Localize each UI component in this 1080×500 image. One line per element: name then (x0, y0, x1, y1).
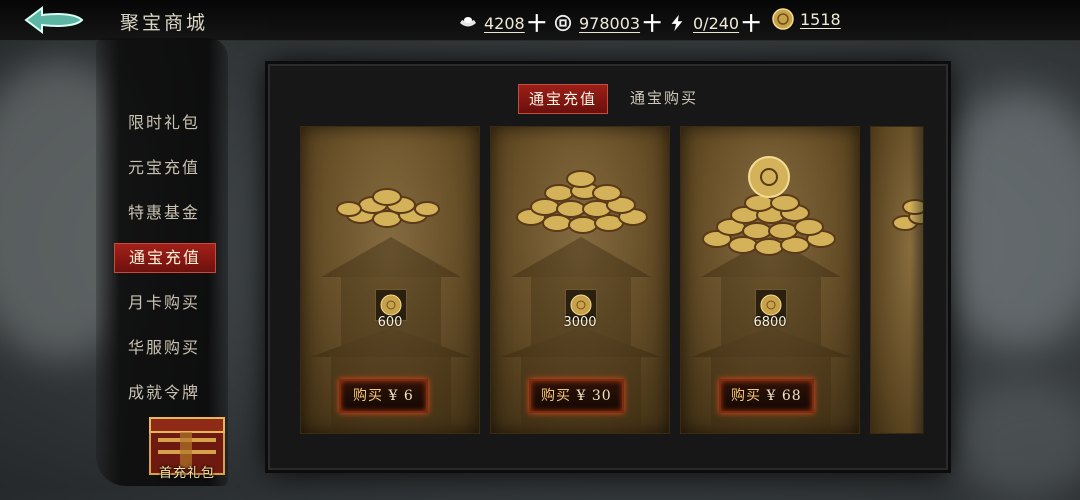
silver-value: 4208 (484, 13, 525, 33)
buy-label: 购买 (353, 388, 383, 404)
energy-resource: 0/240 十 (667, 10, 760, 36)
tab-tongbao-topup[interactable]: 通宝充值 (518, 84, 609, 114)
top-bar: 聚宝商城 4208 十 978003 十 0/240 十 1518 (0, 0, 1080, 41)
back-arrow-icon (24, 6, 84, 34)
coin-amount: 6800 (753, 315, 787, 330)
sidebar-item-special-fund[interactable]: 特惠基金 (114, 198, 214, 228)
price-value: 68 (781, 388, 802, 404)
sidebar-item-achievement-token[interactable]: 成就令牌 (114, 378, 214, 408)
tongbao-value: 1518 (800, 9, 841, 29)
buy-label: 购买 (731, 388, 761, 404)
buy-label: 购买 (541, 388, 571, 404)
copper-resource: 978003 十 (553, 10, 661, 36)
price-value: 30 (591, 388, 612, 404)
currency-symbol: ¥ (388, 388, 399, 404)
coin-pile-large (702, 156, 836, 256)
back-button[interactable] (20, 4, 90, 36)
currency-symbol: ¥ (766, 388, 777, 404)
sidebar-item-tongbao-topup[interactable]: 通宝充值 (114, 243, 216, 273)
tongbao-coin-icon (772, 8, 794, 30)
sidebar-item-yuanbao-topup[interactable]: 元宝充值 (114, 153, 214, 183)
background-wash (930, 90, 1080, 350)
silver-resource: 4208 十 (458, 10, 546, 36)
tongbao-resource: 1518 (772, 8, 841, 30)
buy-button[interactable]: 购买 ¥ 30 (529, 379, 624, 413)
buy-button[interactable]: 购买 ¥ 6 (339, 379, 428, 413)
currency-symbol: ¥ (576, 388, 587, 404)
add-silver-button[interactable]: 十 (528, 10, 546, 36)
coin-pile-medium (516, 170, 648, 234)
copper-coin-icon (554, 14, 572, 32)
first-recharge-gift-label: 首充礼包 (158, 466, 215, 481)
background-wash (950, 380, 1080, 500)
product-card-6800[interactable]: 6800 购买 ¥ 68 (680, 126, 860, 434)
price-value: 6 (403, 388, 414, 404)
sidebar-item-monthly-card[interactable]: 月卡购买 (114, 288, 214, 318)
energy-value: 0/240 (693, 13, 740, 33)
tab-tongbao-purchase[interactable]: 通宝购买 (620, 84, 708, 112)
sidebar-item-costume[interactable]: 华服购买 (114, 333, 214, 363)
coin-amount: 3000 (563, 315, 597, 330)
add-energy-button[interactable]: 十 (742, 10, 760, 36)
coin-pile-small (336, 188, 440, 228)
add-copper-button[interactable]: 十 (643, 10, 661, 36)
sidebar-item-limited-gift[interactable]: 限时礼包 (114, 108, 214, 138)
product-card-3000[interactable]: 3000 购买 ¥ 30 (490, 126, 670, 434)
buy-button[interactable]: 购买 ¥ 68 (719, 379, 814, 413)
panel-edge-shade (910, 120, 942, 440)
energy-bolt-icon (671, 14, 683, 32)
coin-amount: 600 (377, 315, 403, 330)
page-title: 聚宝商城 (120, 12, 209, 34)
silver-ingot-icon (460, 17, 476, 27)
copper-value: 978003 (579, 13, 641, 33)
product-card-600[interactable]: 600 购买 ¥ 6 (300, 126, 480, 434)
